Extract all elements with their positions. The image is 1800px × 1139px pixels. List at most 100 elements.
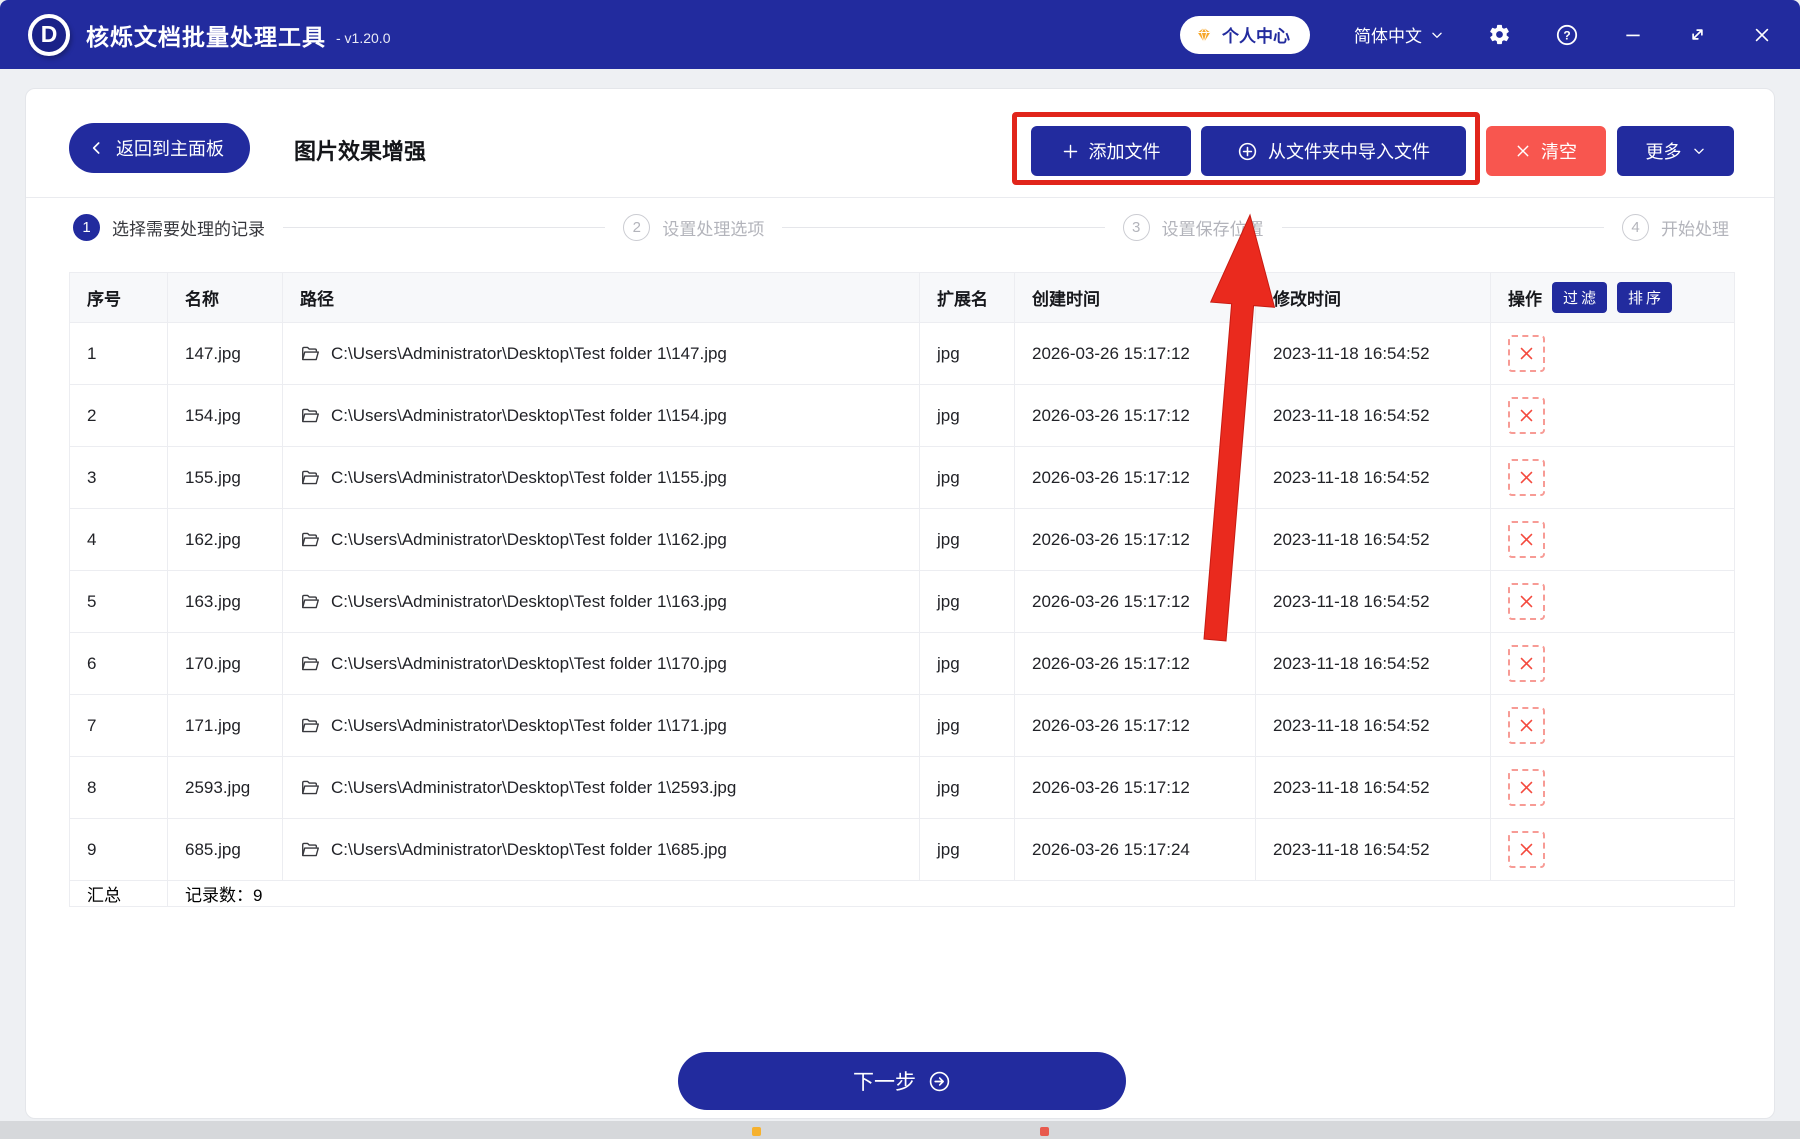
header-ext: 扩展名 [920,273,1015,323]
step-1-select-records: 1 选择需要处理的记录 [73,214,265,241]
language-label: 简体中文 [1354,22,1422,47]
step-4-label: 开始处理 [1661,215,1729,240]
actions-label: 操作 [1508,285,1542,310]
delete-x-icon [1518,469,1535,486]
cell-ext: jpg [920,447,1015,509]
step-4-start-processing: 4 开始处理 [1622,214,1729,241]
delete-row-button[interactable] [1508,459,1545,496]
cell-actions [1491,385,1735,447]
cell-actions [1491,509,1735,571]
cell-modified: 2023-11-18 16:54:52 [1256,509,1491,571]
next-step-label: 下一步 [853,1066,916,1096]
step-3-label: 设置保存位置 [1162,215,1264,240]
cell-name: 2593.jpg [168,757,283,819]
delete-row-button[interactable] [1508,769,1545,806]
delete-row-button[interactable] [1508,521,1545,558]
gem-icon [1194,25,1214,45]
language-selector[interactable]: 简体中文 [1354,22,1444,47]
delete-row-button[interactable] [1508,397,1545,434]
cell-path: C:\Users\Administrator\Desktop\Test fold… [283,447,920,509]
cell-path: C:\Users\Administrator\Desktop\Test fold… [283,633,920,695]
table-row: 1 147.jpg C:\Users\Administrator\Desktop… [70,323,1735,385]
step-indicator: 1 选择需要处理的记录 2 设置处理选项 3 设置保存位置 4 开始处理 [73,211,1729,243]
next-step-button[interactable]: 下一步 [678,1052,1126,1110]
cell-actions [1491,571,1735,633]
maximize-icon[interactable] [1687,24,1708,45]
file-table: 序号 名称 路径 扩展名 创建时间 修改时间 操作 过滤 排序 [69,272,1734,907]
delete-row-button[interactable] [1508,335,1545,372]
cell-actions [1491,757,1735,819]
more-button[interactable]: 更多 [1617,126,1734,176]
cell-index: 6 [70,633,168,695]
cell-created: 2026-03-26 15:17:12 [1015,633,1256,695]
cell-name: 685.jpg [168,819,283,881]
delete-row-button[interactable] [1508,645,1545,682]
header-actions: 操作 过滤 排序 [1491,273,1735,323]
settings-gear-icon[interactable] [1488,23,1511,46]
step-connector [782,227,1104,228]
filter-button[interactable]: 过滤 [1552,282,1607,313]
sort-button[interactable]: 排序 [1617,282,1672,313]
summary-row: 汇总 记录数：9 [70,881,1735,907]
back-button-label: 返回到主面板 [116,135,224,161]
delete-x-icon [1518,593,1535,610]
delete-x-icon [1518,531,1535,548]
delete-x-icon [1518,655,1535,672]
cell-created: 2026-03-26 15:17:12 [1015,695,1256,757]
cell-path: C:\Users\Administrator\Desktop\Test fold… [283,509,920,571]
titlebar-controls: 个人中心 简体中文 ? [1180,0,1772,69]
svg-text:?: ? [1563,28,1570,42]
clear-button[interactable]: 清空 [1486,126,1606,176]
close-icon[interactable] [1752,25,1772,45]
more-label: 更多 [1646,138,1682,164]
cell-actions [1491,695,1735,757]
cell-modified: 2023-11-18 16:54:52 [1256,757,1491,819]
table-row: 9 685.jpg C:\Users\Administrator\Desktop… [70,819,1735,881]
cell-path: C:\Users\Administrator\Desktop\Test fold… [283,385,920,447]
cell-ext: jpg [920,571,1015,633]
step-2-process-options: 2 设置处理选项 [623,214,764,241]
minimize-icon[interactable] [1623,25,1643,45]
help-icon[interactable]: ? [1555,23,1579,47]
header-modified: 修改时间 [1256,273,1491,323]
import-from-folder-button[interactable]: 从文件夹中导入文件 [1201,126,1466,176]
cell-name: 162.jpg [168,509,283,571]
table-row: 5 163.jpg C:\Users\Administrator\Desktop… [70,571,1735,633]
open-folder-icon [300,406,321,425]
step-2-label: 设置处理选项 [662,215,764,240]
chevron-left-icon [89,139,104,157]
step-connector [283,227,605,228]
cell-index: 7 [70,695,168,757]
delete-row-button[interactable] [1508,831,1545,868]
cell-created: 2026-03-26 15:17:12 [1015,385,1256,447]
cell-name: 171.jpg [168,695,283,757]
bottom-desktop-strip [0,1121,1800,1139]
cell-ext: jpg [920,633,1015,695]
delete-row-button[interactable] [1508,583,1545,620]
cell-index: 5 [70,571,168,633]
add-files-button[interactable]: 添加文件 [1031,126,1191,176]
user-center-label: 个人中心 [1222,22,1290,47]
back-to-dashboard-button[interactable]: 返回到主面板 [69,123,250,173]
delete-row-button[interactable] [1508,707,1545,744]
cell-actions [1491,633,1735,695]
table-body: 1 147.jpg C:\Users\Administrator\Desktop… [70,323,1735,881]
cell-name: 155.jpg [168,447,283,509]
user-center-button[interactable]: 个人中心 [1180,16,1310,54]
cell-ext: jpg [920,509,1015,571]
table-row: 7 171.jpg C:\Users\Administrator\Desktop… [70,695,1735,757]
app-title: 核烁文档批量处理工具 [86,18,326,52]
cell-ext: jpg [920,385,1015,447]
cell-path: C:\Users\Administrator\Desktop\Test fold… [283,819,920,881]
open-folder-icon [300,592,321,611]
step-3-circle: 3 [1123,214,1150,241]
header-created: 创建时间 [1015,273,1256,323]
clear-label: 清空 [1541,138,1577,164]
summary-count: 记录数：9 [168,881,1735,907]
cell-modified: 2023-11-18 16:54:52 [1256,571,1491,633]
cell-actions [1491,323,1735,385]
cell-ext: jpg [920,695,1015,757]
header-name: 名称 [168,273,283,323]
cell-index: 8 [70,757,168,819]
cell-name: 147.jpg [168,323,283,385]
